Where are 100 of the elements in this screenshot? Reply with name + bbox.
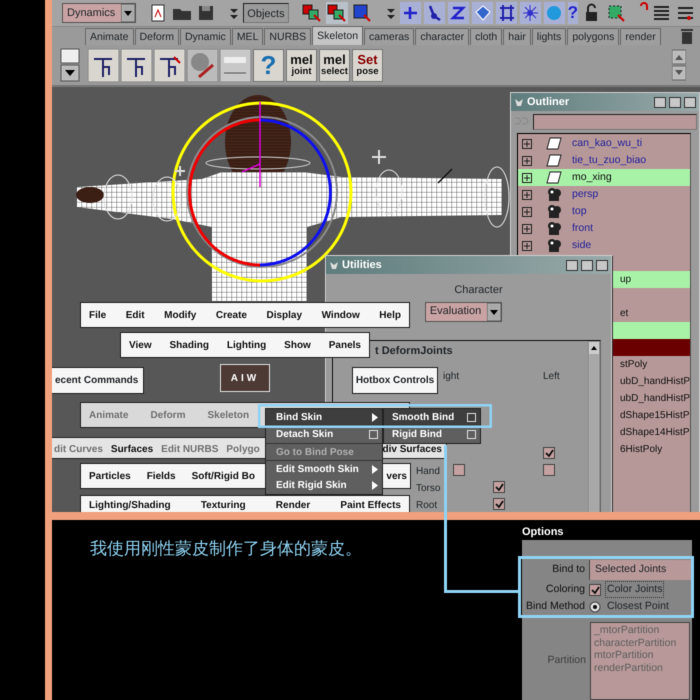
grid-icon[interactable] xyxy=(496,2,517,24)
shelf-tab[interactable]: NURBS xyxy=(264,28,312,45)
minimize-button[interactable] xyxy=(566,260,578,270)
shelf-menu-icon[interactable] xyxy=(60,48,80,82)
expand-icon[interactable] xyxy=(522,206,532,216)
shelf-tab[interactable]: lights xyxy=(532,28,566,45)
shelf-tab[interactable]: cameras xyxy=(364,28,414,45)
hotbox-menu[interactable]: Create xyxy=(216,308,247,322)
outliner-item[interactable]: top xyxy=(572,204,587,220)
checkbox[interactable] xyxy=(543,447,555,459)
hotbox-menu[interactable]: Help xyxy=(379,308,401,322)
menu-set-dropdown[interactable]: Dynamics xyxy=(62,3,136,23)
outliner-row[interactable]: side xyxy=(518,237,690,254)
hotbox-controls-menu[interactable]: Hotbox Controls xyxy=(352,367,438,394)
shelf-tab[interactable]: polygons xyxy=(567,28,620,45)
burst-icon[interactable] xyxy=(520,2,541,24)
curve-icon[interactable] xyxy=(448,2,469,24)
hotbox-menu[interactable]: dit Curves xyxy=(54,442,103,457)
shelf-script-button[interactable]: Set pose xyxy=(352,48,383,82)
hotbox-menu[interactable]: Shading xyxy=(170,338,209,352)
selection-mask-icon[interactable] xyxy=(350,2,373,24)
hotbox-menu[interactable]: vers xyxy=(386,468,407,484)
outliner-item[interactable]: persp xyxy=(572,186,598,202)
outliner-row[interactable]: can_kao_wu_ti xyxy=(518,135,690,152)
joint-chain-icon[interactable] xyxy=(424,2,445,24)
shelf-tab[interactable]: render xyxy=(620,28,661,45)
hotbox-menu[interactable]: File xyxy=(89,308,106,322)
minimize-button[interactable] xyxy=(654,96,666,108)
joint-tool-icon[interactable] xyxy=(154,48,185,82)
expand-icon[interactable] xyxy=(522,156,532,166)
selection-mask-icon[interactable] xyxy=(300,2,323,24)
menu-item[interactable]: Rigid Bind xyxy=(384,426,480,443)
outliner-item[interactable]: can_kao_wu_ti xyxy=(572,136,642,152)
help-button[interactable]: ? xyxy=(568,2,578,24)
help-shelf-button[interactable]: ? xyxy=(253,48,284,82)
outliner-item[interactable]: stPoly xyxy=(620,357,648,372)
option-box-icon[interactable] xyxy=(467,413,476,422)
selection-mask-icon[interactable] xyxy=(326,2,348,24)
expand-icon[interactable] xyxy=(522,224,532,234)
hotbox-menu[interactable]: Modify xyxy=(164,308,196,322)
maximize-button[interactable] xyxy=(669,96,681,108)
recent-commands-menu[interactable]: ecent Commands xyxy=(52,367,144,394)
outliner-row[interactable]: top xyxy=(518,203,690,220)
shelf-tab[interactable]: hair xyxy=(503,28,531,45)
joint-tool-icon[interactable] xyxy=(121,48,152,82)
option-box-icon[interactable] xyxy=(369,430,378,439)
scroll-bar-icon[interactable] xyxy=(588,341,600,512)
expand-icon[interactable] xyxy=(522,190,532,200)
hotbox-menu[interactable]: Deform xyxy=(150,408,186,422)
menu-item[interactable]: Edit Smooth Skin xyxy=(266,460,382,477)
shelf-tab[interactable]: Dynamic xyxy=(180,28,231,45)
maximize-button[interactable] xyxy=(581,260,593,270)
outliner-row[interactable]: front xyxy=(518,220,690,237)
outliner-row[interactable]: persp xyxy=(518,186,690,203)
outliner-item[interactable]: ubD_handHistP xyxy=(620,391,690,406)
checkbox[interactable] xyxy=(589,584,601,596)
outliner-item[interactable]: dShape14HistP xyxy=(620,425,690,440)
menu-item[interactable]: Edit Rigid Skin xyxy=(266,477,382,494)
surface-icon[interactable] xyxy=(472,2,493,24)
dropdown-field[interactable]: Selected Joints xyxy=(589,560,691,580)
hotbox-menu[interactable]: Soft/Rigid Bo xyxy=(192,468,255,484)
checkbox[interactable] xyxy=(453,464,465,476)
joint-tool-icon[interactable] xyxy=(88,48,119,82)
shelf-tab[interactable]: character xyxy=(415,28,470,45)
hotbox-menu[interactable]: Fields xyxy=(146,468,176,484)
plus-icon[interactable] xyxy=(400,2,421,24)
outliner-item[interactable]: dShape15HistP xyxy=(620,408,690,423)
outliner-item[interactable]: tie_tu_zuo_biao xyxy=(572,152,646,168)
radio-button[interactable] xyxy=(589,600,601,612)
shelf-tab[interactable]: Animate xyxy=(85,28,134,45)
checkbox[interactable] xyxy=(493,481,505,493)
hotbox-menu[interactable]: Edit NURBS xyxy=(161,442,218,457)
trash-icon[interactable] xyxy=(680,28,694,44)
checkbox[interactable] xyxy=(493,498,505,510)
menu-item[interactable]: Smooth Bind xyxy=(384,409,480,426)
shelf-script-button[interactable]: mel select xyxy=(319,48,350,82)
hotbox-menu[interactable]: Polygo xyxy=(226,442,260,457)
close-button[interactable] xyxy=(684,96,696,108)
hotbox-menu[interactable]: Texturing xyxy=(200,498,246,512)
scroll-arrows-icon[interactable] xyxy=(672,48,686,82)
character-dropdown[interactable]: Evaluation xyxy=(424,302,502,322)
hotbox-menu[interactable]: Paint Effects xyxy=(340,498,401,512)
hotbox-menu[interactable]: Show xyxy=(284,338,311,352)
outliner-item[interactable]: front xyxy=(572,220,594,236)
slider-widget-icon[interactable] xyxy=(220,48,251,82)
hotbox-menu[interactable]: Panels xyxy=(328,338,361,352)
outliner-item[interactable]: 6HistPoly xyxy=(620,442,662,457)
hotbox-menu[interactable]: Window xyxy=(322,308,360,322)
outliner-item[interactable]: et xyxy=(620,306,628,321)
hotbox-menu[interactable]: Render xyxy=(276,498,310,512)
expand-icon[interactable] xyxy=(522,172,532,182)
outliner-row[interactable]: mo_xing xyxy=(518,169,690,186)
hotbox-menu[interactable]: Display xyxy=(266,308,302,322)
hotbox-menu[interactable]: View xyxy=(129,338,152,352)
expand-icon[interactable] xyxy=(522,240,532,250)
hotbox-menu[interactable]: div Surfaces xyxy=(382,442,442,457)
checkbox-label[interactable]: Color Joints xyxy=(605,580,664,598)
hotbox-center-button[interactable]: AIW xyxy=(220,364,270,392)
menu-item[interactable]: Detach Skin xyxy=(266,426,382,443)
outliner-item[interactable]: up xyxy=(620,272,632,287)
